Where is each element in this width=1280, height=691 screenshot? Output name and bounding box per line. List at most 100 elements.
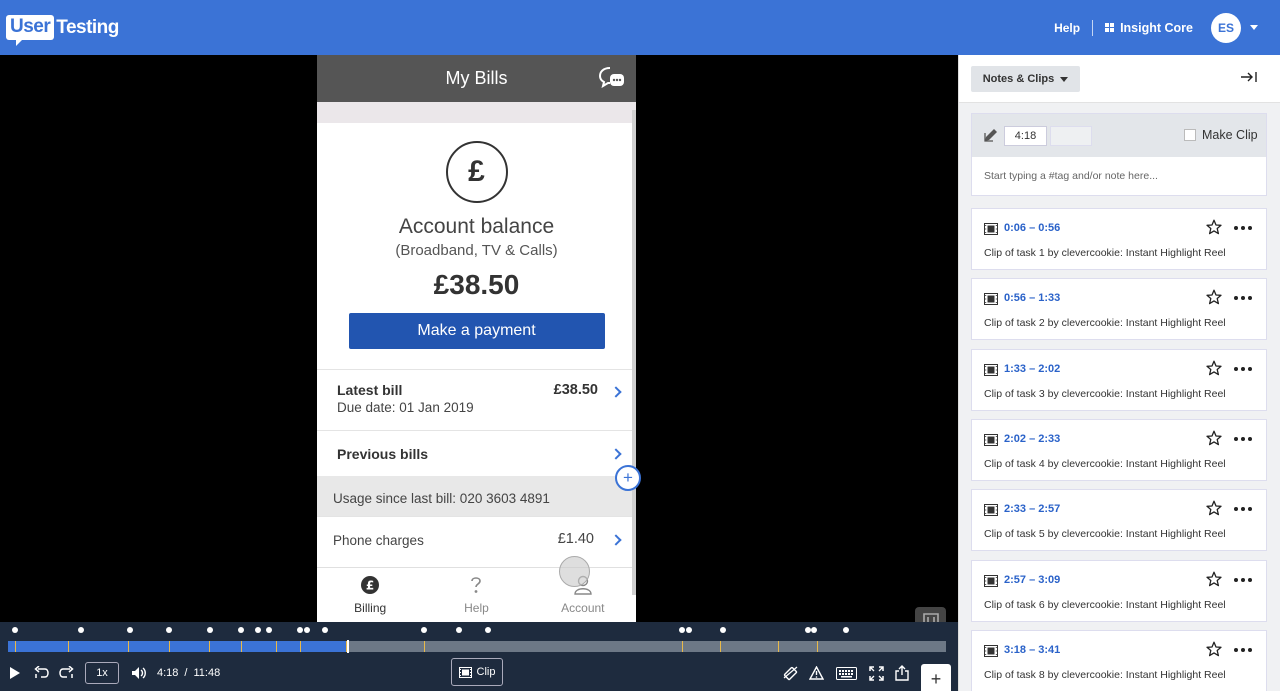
rotate-icon[interactable] <box>782 660 798 686</box>
clip-card[interactable]: 0:06 – 0:56 Clip of task 1 by clevercooki… <box>971 208 1267 270</box>
note-marker[interactable] <box>322 627 328 633</box>
add-button[interactable]: + <box>921 664 951 691</box>
clip-card[interactable]: 2:57 – 3:09 Clip of task 6 by clevercooki… <box>971 559 1267 622</box>
clip-card[interactable]: 3:18 – 3:41 Clip of task 8 by clevercooki… <box>971 629 1267 691</box>
clip-card[interactable]: 0:56 – 1:33 Clip of task 2 by clevercooki… <box>971 278 1267 341</box>
clip-card[interactable]: 1:33 – 2:02 Clip of task 3 by clevercooki… <box>971 348 1267 411</box>
note-marker[interactable] <box>166 627 172 633</box>
volume-icon[interactable] <box>130 660 147 686</box>
note-marker[interactable] <box>255 627 261 633</box>
control-row: 1x 4:18 / 11:48 Clip <box>0 658 958 686</box>
film-icon <box>458 666 472 678</box>
time-display: 4:18 / 11:48 <box>157 660 220 686</box>
phone-tab-help: Help <box>423 568 529 622</box>
star-icon[interactable] <box>1206 430 1222 451</box>
note-marker[interactable] <box>304 627 310 633</box>
clip-range-link[interactable]: 3:18 – 3:41 <box>1004 644 1060 656</box>
note-marker[interactable] <box>238 627 244 633</box>
new-note-header: 4:18 Make Clip <box>972 114 1266 157</box>
note-marker[interactable] <box>686 627 692 633</box>
note-marker[interactable] <box>12 627 18 633</box>
star-icon[interactable] <box>1206 571 1222 592</box>
clip-card[interactable]: 2:33 – 2:57 Clip of task 5 by clevercooki… <box>971 489 1267 552</box>
clip-range-link[interactable]: 2:02 – 2:33 <box>1004 433 1060 445</box>
more-options-icon[interactable] <box>1234 577 1252 582</box>
playback-speed-button[interactable]: 1x <box>85 660 119 686</box>
note-marker[interactable] <box>421 627 427 633</box>
play-icon[interactable] <box>8 660 22 686</box>
touch-indicator <box>559 556 590 587</box>
star-icon[interactable] <box>1206 641 1222 662</box>
note-marker[interactable] <box>456 627 462 633</box>
more-options-icon[interactable] <box>1234 226 1252 230</box>
collapse-panel-icon[interactable] <box>1240 70 1258 89</box>
clip-button[interactable]: Clip <box>451 658 503 686</box>
note-marker[interactable] <box>297 627 303 633</box>
workspace-label: Insight Core <box>1120 20 1193 35</box>
clip-description: Clip of task 5 by clevercookie: Instant … <box>984 528 1226 541</box>
notes-clips-label: Notes & Clips <box>982 73 1055 85</box>
more-options-icon[interactable] <box>1234 647 1252 652</box>
make-clip-checkbox[interactable] <box>1184 129 1196 141</box>
clip-range-link[interactable]: 0:56 – 1:33 <box>1004 292 1060 304</box>
time-separator: / <box>184 667 188 679</box>
clip-description: Clip of task 4 by clevercookie: Instant … <box>984 457 1226 470</box>
more-options-icon[interactable] <box>1234 296 1252 301</box>
note-marker[interactable] <box>679 627 685 633</box>
more-options-icon[interactable] <box>1234 507 1252 512</box>
note-marker[interactable] <box>207 627 213 633</box>
clip-description: Clip of task 3 by clevercookie: Instant … <box>984 387 1226 400</box>
video-player[interactable]: My Bills £ Account balance (Broadband, T… <box>0 55 958 638</box>
task-tick <box>720 641 721 652</box>
seek-bar[interactable] <box>8 640 946 653</box>
fullscreen-icon[interactable] <box>868 660 884 686</box>
more-options-icon[interactable] <box>1234 366 1252 371</box>
seek-bar-playhead[interactable] <box>347 640 350 653</box>
usage-header: Usage since last bill: 020 3603 4891 <box>317 476 636 516</box>
add-note-bubble[interactable]: + <box>615 465 641 491</box>
note-marker[interactable] <box>127 627 133 633</box>
notes-panel-header: Notes & Clips <box>959 55 1280 103</box>
task-tick <box>209 641 210 652</box>
clip-range-link[interactable]: 0:06 – 0:56 <box>1004 222 1060 234</box>
film-icon <box>984 574 998 592</box>
star-icon[interactable] <box>1206 360 1222 381</box>
more-options-icon[interactable] <box>1234 436 1252 441</box>
notes-clips-dropdown[interactable]: Notes & Clips <box>971 66 1080 92</box>
clip-button-label: Clip <box>476 666 496 678</box>
previous-bills-row: Previous bills <box>317 430 636 476</box>
note-marker[interactable] <box>843 627 849 633</box>
clip-card[interactable]: 2:02 – 2:33 Clip of task 4 by clevercooki… <box>971 418 1267 481</box>
note-marker[interactable] <box>720 627 726 633</box>
note-end-time-field[interactable] <box>1050 126 1092 146</box>
chevron-down-icon[interactable] <box>1250 25 1258 30</box>
note-marker[interactable] <box>266 627 272 633</box>
task-tick <box>276 641 277 652</box>
warning-icon[interactable] <box>808 660 824 686</box>
account-balance-subtitle: (Broadband, TV & Calls) <box>395 242 558 259</box>
clip-description: Clip of task 1 by clevercookie: Instant … <box>984 247 1226 259</box>
star-icon[interactable] <box>1206 289 1222 310</box>
header-divider <box>1092 19 1094 36</box>
keyboard-icon[interactable] <box>835 660 857 686</box>
clip-range-link[interactable]: 1:33 – 2:02 <box>1004 363 1060 375</box>
clip-range-link[interactable]: 2:33 – 2:57 <box>1004 503 1060 515</box>
star-icon[interactable] <box>1206 219 1222 240</box>
note-input[interactable] <box>972 157 1266 195</box>
header-right: Help Insight Core ES <box>1054 0 1258 55</box>
note-marker[interactable] <box>78 627 84 633</box>
note-marker[interactable] <box>811 627 817 633</box>
note-time-field[interactable]: 4:18 <box>1004 126 1047 146</box>
workspace-switcher[interactable]: Insight Core <box>1105 21 1193 35</box>
notes-panel: Notes & Clips 4:18 Make Clip 0:06 – 0:56… <box>958 55 1280 691</box>
note-marker[interactable] <box>485 627 491 633</box>
clip-range-link[interactable]: 2:57 – 3:09 <box>1004 574 1060 586</box>
usertesting-logo[interactable]: User Testing <box>6 15 119 46</box>
phone-tab-billing: £ Billing <box>317 568 423 622</box>
share-icon[interactable] <box>894 660 910 686</box>
forward-icon[interactable] <box>58 660 74 686</box>
user-avatar[interactable]: ES <box>1211 12 1241 43</box>
help-link[interactable]: Help <box>1054 21 1080 35</box>
rewind-icon[interactable] <box>33 660 49 686</box>
star-icon[interactable] <box>1206 500 1222 521</box>
